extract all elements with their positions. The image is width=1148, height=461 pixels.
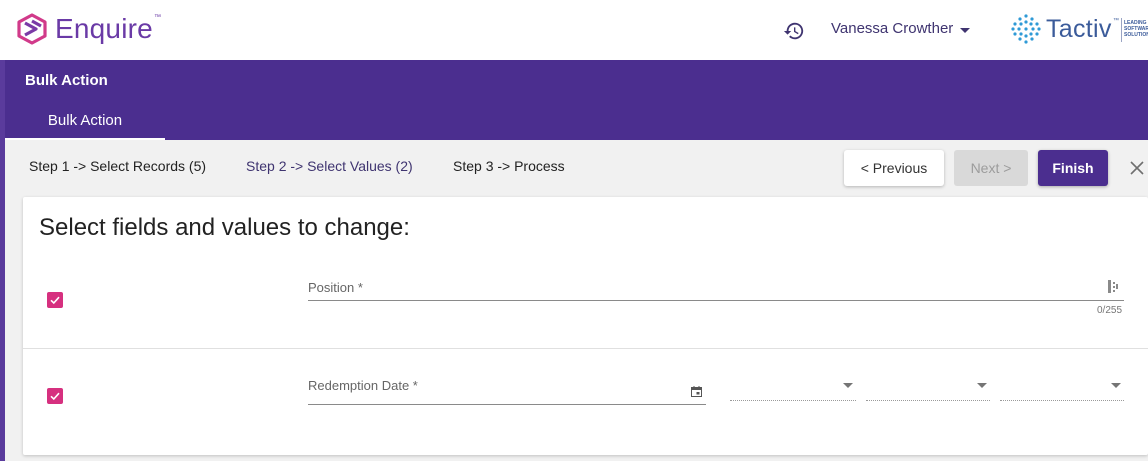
redemption-date-checkbox[interactable] [47,388,63,404]
previous-button[interactable]: < Previous [844,150,944,186]
position-input[interactable] [308,275,1098,301]
chevron-down-icon[interactable] [960,28,970,33]
partner-logo-trademark: ™ [1113,18,1119,24]
page-title: Bulk Action [25,72,108,89]
step-1-select-records: Step 1 -> Select Records (5) [29,158,207,174]
tactiv-logo-icon [1011,14,1041,44]
position-char-counter: 0/255 [1097,305,1123,316]
logo-trademark: ™ [154,14,161,21]
tab-bulk-action[interactable]: Bulk Action [5,101,165,140]
step-3-process: Step 3 -> Process [453,158,565,174]
minute-select[interactable] [866,377,990,401]
enquire-logo-icon [17,13,47,45]
position-underline [308,300,1124,301]
partner-logo-divider [1121,18,1122,42]
page-header: Bulk Action Bulk Action [5,60,1148,140]
next-button: Next > [954,150,1028,186]
step-2-select-values: Step 2 -> Select Values (2) [246,158,413,174]
dropdown-arrow-icon [1111,383,1121,388]
bulk-values-card: Select fields and values to change: Posi… [23,197,1148,455]
user-menu-name[interactable]: Vanessa Crowther [831,20,953,37]
check-icon [50,392,60,401]
app-logo-text: Enquire [55,13,153,44]
select-underline [866,400,990,401]
select-underline [730,400,856,401]
top-bar: Enquire ™ Vanessa Crowther Tactiv ™ LEAD… [0,0,1148,60]
card-title: Select fields and values to change: [39,214,410,241]
redemption-date-input[interactable] [308,375,706,405]
hour-select[interactable] [730,377,856,401]
partner-logo-text: Tactiv [1046,15,1112,43]
dropdown-arrow-icon [843,383,853,388]
am-pm-select[interactable] [1000,377,1124,401]
partner-tagline: LEADING SOFTWARE SOLUTIONS [1124,20,1148,38]
position-checkbox[interactable] [47,292,63,308]
dropdown-arrow-icon [977,383,987,388]
list-icon[interactable] [1107,279,1120,294]
calendar-icon[interactable] [691,386,702,397]
select-underline [1000,400,1124,401]
row-divider [23,348,1148,349]
history-icon[interactable] [783,20,805,42]
close-icon[interactable] [1128,159,1146,177]
finish-button[interactable]: Finish [1038,150,1108,186]
check-icon [50,296,60,305]
tab-label: Bulk Action [47,112,123,129]
tab-active-indicator [5,138,165,140]
redemption-date-underline [308,404,706,405]
